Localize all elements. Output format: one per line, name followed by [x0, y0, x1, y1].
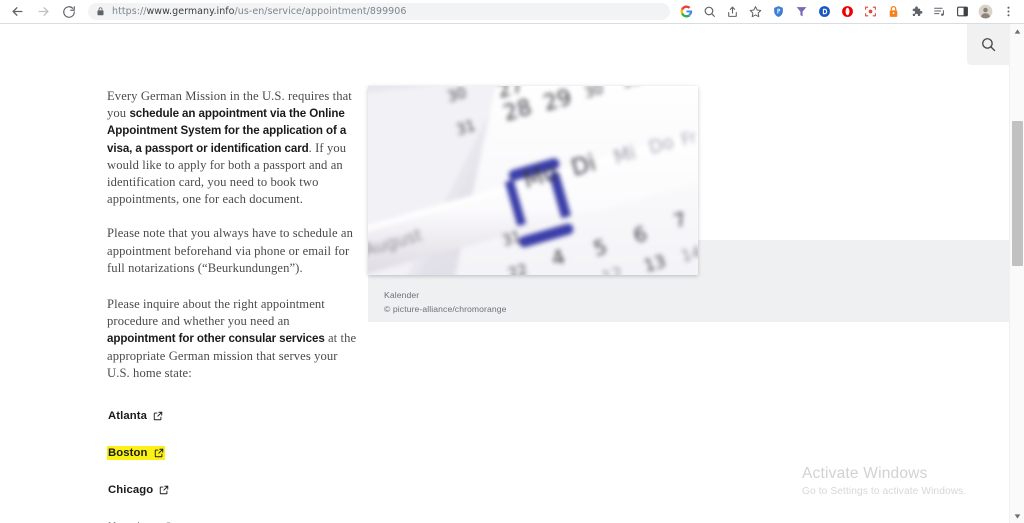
circle-d-icon[interactable] [813, 0, 836, 23]
opera-o-icon[interactable] [836, 0, 859, 23]
paragraph-2: Please note that you always have to sche… [107, 225, 357, 277]
chevron-up-icon [1014, 28, 1021, 34]
paragraph-3-run-1: appointment for other consular services [107, 332, 325, 346]
caption-credit: © picture-alliance/chromorange [384, 304, 507, 314]
google-icon[interactable] [675, 0, 698, 23]
arrow-left-icon [12, 7, 22, 16]
forward-button[interactable] [30, 0, 56, 23]
mission-link-boston[interactable]: Boston [107, 446, 165, 460]
windows-activation-watermark: Activate Windows Go to Settings to activ… [802, 464, 1002, 499]
mission-link-list: AtlantaBostonChicagoHouston [107, 409, 357, 523]
paragraph-1: Every German Mission in the U.S. require… [107, 88, 357, 208]
external-link-icon [154, 448, 164, 458]
page-scrollbar[interactable] [1009, 24, 1024, 523]
caption-title: Kalender [384, 290, 420, 300]
url-host: www.germany.info [146, 6, 235, 17]
mission-link-row: Atlanta [107, 409, 357, 446]
watermark-subtitle: Go to Settings to activate Windows. [802, 486, 967, 497]
address-bar[interactable]: https://www.germany.info/us-en/service/a… [88, 3, 670, 20]
bookmark-star-icon[interactable] [744, 0, 767, 23]
reload-icon [63, 5, 75, 18]
scroll-down-arrow[interactable] [1010, 509, 1024, 523]
mission-link-label: Boston [108, 447, 148, 459]
browser-toolbar: https://www.germany.info/us-en/service/a… [0, 0, 1024, 23]
page-viewport: 30 31 27 28 29 30 31 Mo Di Mi Do Fr 31 2… [0, 24, 1009, 523]
share-icon[interactable] [721, 0, 744, 23]
puzzle-piece-icon[interactable] [905, 0, 928, 23]
screenshot-capture-icon[interactable] [859, 0, 882, 23]
mission-link-chicago[interactable]: Chicago [107, 483, 170, 497]
scrollbar-thumb[interactable] [1012, 121, 1023, 266]
paragraph-3: Please inquire about the right appointme… [107, 296, 357, 382]
search-icon [981, 38, 995, 52]
figure-caption: Kalender © picture-alliance/chromorange [384, 288, 684, 316]
mission-link-row: Chicago [107, 483, 357, 520]
back-button[interactable] [4, 0, 30, 23]
arrow-right-icon [38, 7, 48, 16]
mission-link-label: Atlanta [108, 410, 147, 422]
page-search-button[interactable] [967, 24, 1009, 65]
reload-button[interactable] [56, 0, 82, 23]
scroll-up-arrow[interactable] [1010, 24, 1024, 38]
search-icon[interactable] [698, 0, 721, 23]
paragraph-3-run-0: Please inquire about the right appointme… [107, 297, 325, 329]
lock-icon [96, 7, 105, 16]
avatar-icon[interactable] [974, 0, 997, 23]
shield-vpn-icon[interactable] [767, 0, 790, 23]
external-link-icon [159, 485, 169, 495]
chevron-down-icon [1014, 513, 1021, 519]
orange-lock-icon[interactable] [882, 0, 905, 23]
kebab-menu-icon[interactable] [997, 0, 1020, 23]
external-link-icon [153, 411, 163, 421]
figure-kalender: 30 31 27 28 29 30 31 Mo Di Mi Do Fr 31 2… [368, 86, 698, 314]
article-body: Every German Mission in the U.S. require… [107, 88, 357, 399]
mission-link-row: Boston [107, 446, 357, 483]
playlist-icon[interactable] [928, 0, 951, 23]
calendar-photo: 30 31 27 28 29 30 31 Mo Di Mi Do Fr 31 2… [368, 86, 698, 275]
calendar-image-graphic: 30 31 27 28 29 30 31 Mo Di Mi Do Fr 31 2… [368, 86, 698, 275]
side-panel-icon[interactable] [951, 0, 974, 23]
mission-link-label: Chicago [108, 484, 154, 496]
mission-link-atlanta[interactable]: Atlanta [107, 409, 164, 423]
watermark-title: Activate Windows [802, 465, 928, 482]
url-path: /us-en/service/appointment/899906 [234, 6, 407, 17]
url-text: https://www.germany.info/us-en/service/a… [112, 6, 406, 17]
funnel-icon[interactable] [790, 0, 813, 23]
url-scheme: https:// [112, 6, 147, 17]
paragraph-2-run-0: Please note that you always have to sche… [107, 226, 354, 275]
toolbar-icon-group [675, 0, 1020, 23]
